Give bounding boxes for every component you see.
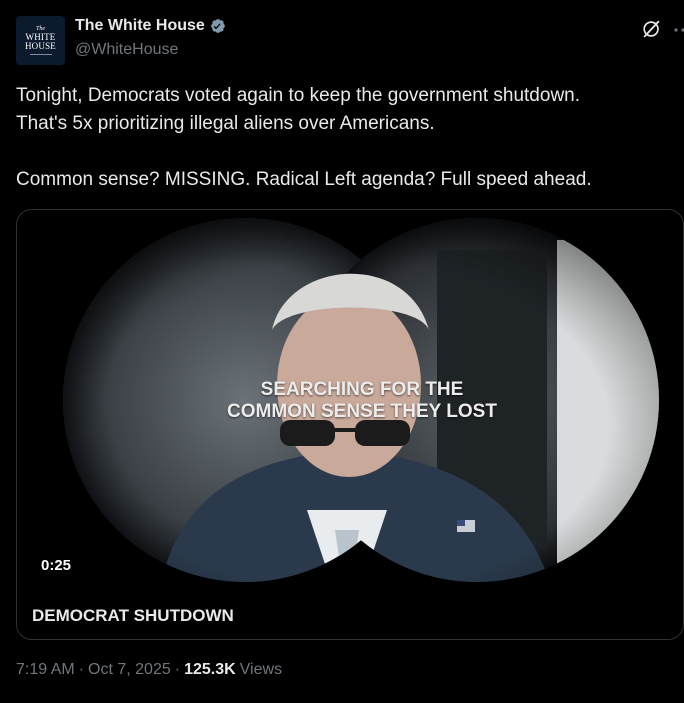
views-label: Views [239, 661, 283, 678]
video-title: DEMOCRAT SHUTDOWN [32, 606, 234, 625]
avatar-text-line-3: HOUSE [24, 41, 56, 51]
tweet-metadata: 7:19 AM · Oct 7, 2025 · 125.3K Views [16, 661, 282, 679]
tweet-text: Tonight, Democrats voted again to keep t… [16, 85, 592, 190]
video-timer: 0:25 [41, 557, 72, 574]
more-options-icon[interactable] [673, 20, 684, 40]
meta-separator: · [174, 661, 181, 678]
meta-separator: · [78, 661, 85, 678]
video-player[interactable]: SEARCHING FOR THE COMMON SENSE THEY LOST… [16, 209, 684, 640]
avatar-divider [29, 54, 52, 55]
views-count[interactable]: 125.3K [184, 661, 236, 679]
grok-icon[interactable] [641, 18, 663, 40]
video-frame-binocular-view [17, 210, 683, 639]
author-handle[interactable]: @WhiteHouse [75, 41, 178, 59]
author-name-row: The White House [75, 17, 227, 35]
tweet-container: The WHITE HOUSE The White House @WhiteHo… [0, 0, 684, 703]
tweet-time[interactable]: 7:19 AM [16, 661, 75, 679]
avatar[interactable]: The WHITE HOUSE [16, 16, 65, 65]
verified-badge-icon[interactable] [209, 17, 227, 35]
tweet-date[interactable]: Oct 7, 2025 [88, 661, 171, 679]
display-name[interactable]: The White House [75, 17, 205, 35]
video-overlay-caption: SEARCHING FOR THE COMMON SENSE THEY LOST [227, 379, 497, 422]
